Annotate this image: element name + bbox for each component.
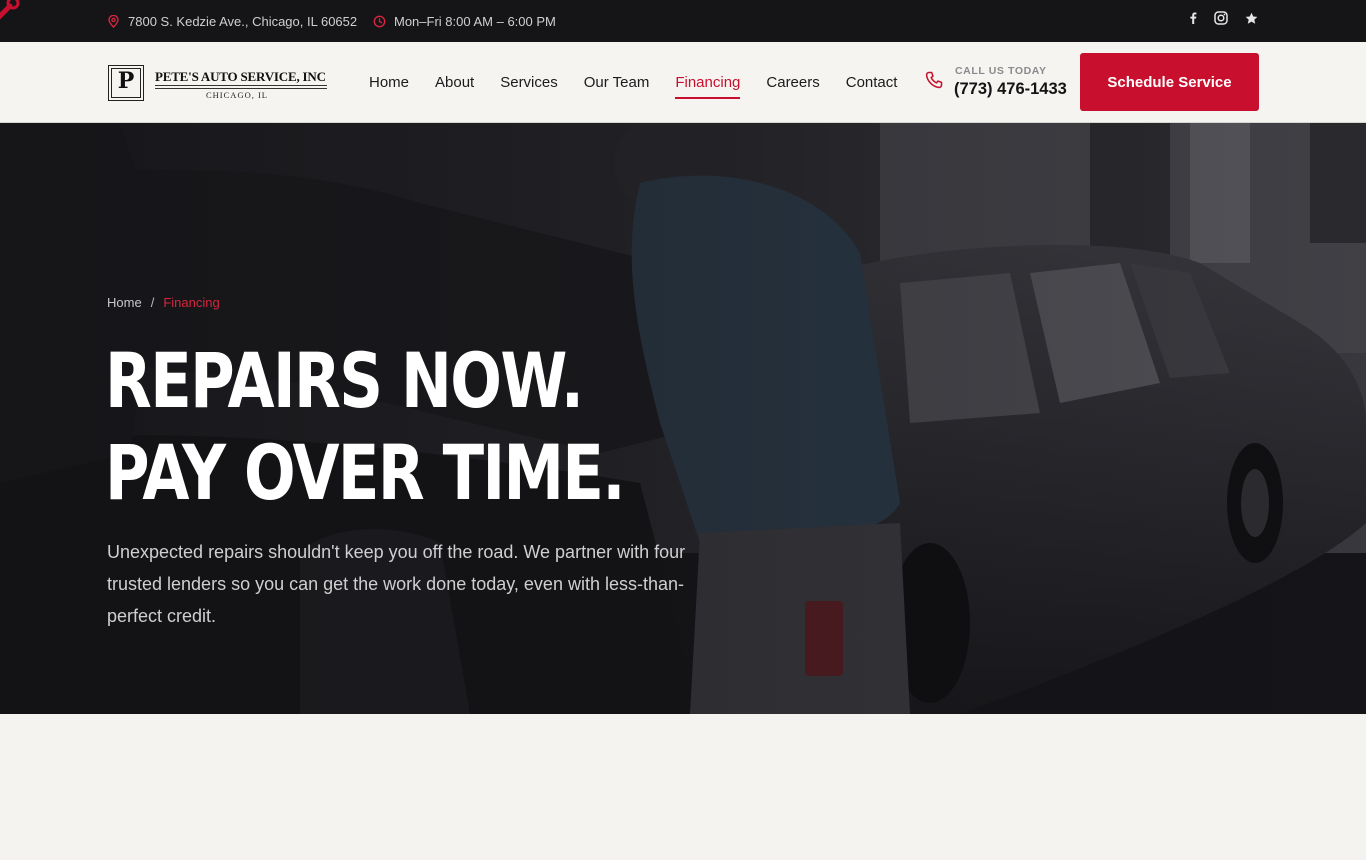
social-links (1189, 0, 1258, 36)
hero-subtitle: Unexpected repairs shouldn't keep you of… (107, 542, 686, 626)
hero-title-line: REPAIRS NOW. (105, 336, 584, 425)
site-header: P PETE'S AUTO SERVICE, INC CHICAGO, IL H… (0, 42, 1366, 123)
breadcrumb: Home / Financing (107, 295, 220, 310)
address-text: 7800 S. Kedzie Ave., Chicago, IL 60652 (128, 13, 358, 29)
hero-section: Home / Financing REPAIRS NOW. PAY OVER TIM… (0, 123, 1366, 714)
main-nav: Home About Services Our Team Financing C… (369, 42, 923, 123)
hours-info: Mon–Fri 8:00 AM – 6:00 PM (373, 0, 556, 42)
breadcrumb-current: Financing (163, 295, 220, 310)
logo-city: CHICAGO, IL (206, 90, 268, 100)
phone-number[interactable]: (773) 476-1433 (954, 80, 1067, 99)
nav-our-team[interactable]: Our Team (584, 73, 650, 93)
instagram-icon[interactable] (1214, 11, 1228, 25)
logo-divider (155, 88, 327, 89)
hours-text: Mon–Fri 8:00 AM – 6:00 PM (394, 13, 556, 29)
call-label: CALL US TODAY (955, 65, 1047, 77)
wrench-icon (0, 0, 20, 20)
nav-about[interactable]: About (435, 73, 474, 93)
nav-financing[interactable]: Financing (675, 73, 741, 99)
nav-home[interactable]: Home (369, 73, 409, 93)
map-pin-icon (108, 14, 119, 28)
hero-title-line: PAY OVER TIME. (105, 428, 625, 517)
nav-careers[interactable]: Careers (766, 73, 819, 93)
clock-icon (373, 15, 386, 27)
breadcrumb-separator: / (150, 295, 155, 310)
nav-contact[interactable]: Contact (846, 73, 898, 93)
site-logo[interactable]: P PETE'S AUTO SERVICE, INC CHICAGO, IL (108, 65, 330, 103)
address-info: 7800 S. Kedzie Ave., Chicago, IL 60652 (107, 0, 357, 42)
top-bar: 7800 S. Kedzie Ave., Chicago, IL 60652 M… (0, 0, 1366, 42)
logo-divider (155, 85, 327, 86)
logo-initial: P (117, 68, 135, 94)
star-icon[interactable] (1245, 12, 1258, 25)
call-us[interactable]: CALL US TODAY (773) 476-1433 (925, 64, 1075, 104)
schedule-service-button[interactable]: Schedule Service (1080, 53, 1259, 111)
breadcrumb-home[interactable]: Home (107, 295, 142, 310)
content-section (0, 714, 1366, 860)
phone-icon (925, 71, 943, 89)
facebook-icon[interactable] (1189, 12, 1197, 24)
nav-services[interactable]: Services (500, 73, 558, 93)
logo-name: PETE'S AUTO SERVICE, INC (155, 69, 326, 84)
page-title: REPAIRS NOW. PAY OVER TIME. (105, 335, 625, 519)
